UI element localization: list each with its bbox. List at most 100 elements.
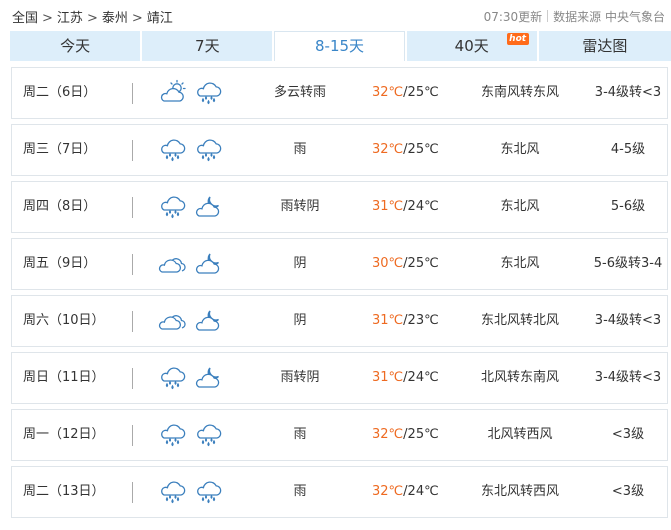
forecast-day: 周一（12日）	[23, 427, 105, 442]
high-temp: 30℃	[372, 256, 404, 271]
low-temp: 25℃	[407, 427, 439, 442]
low-temp: 25℃	[407, 256, 439, 271]
wind-level: 4-5级	[610, 142, 646, 157]
low-temp: 24℃	[407, 484, 439, 499]
tab-40-days[interactable]: 40天 hot	[406, 31, 537, 61]
overcast-night-icon	[194, 364, 224, 392]
low-temp: 24℃	[407, 199, 439, 214]
weather-condition: 雨转阴	[280, 199, 320, 214]
weather-condition: 雨	[293, 427, 307, 442]
high-temp: 31℃	[372, 313, 404, 328]
high-temp: 32℃	[372, 427, 404, 442]
forecast-row: 周三（7日） 雨 32℃/25℃ 东北风 4-5级	[11, 124, 668, 176]
tab-label: 7天	[195, 37, 220, 55]
high-temp: 31℃	[372, 370, 404, 385]
wind-direction: 东南风转东风	[480, 85, 559, 100]
forecast-day: 周二（6日）	[23, 85, 97, 100]
forecast-tabs: 今天 7天 8-15天 40天 hot 雷达图	[10, 31, 671, 61]
wind-level: <3级	[611, 484, 645, 499]
top-bar: 全国 > 江苏 > 泰州 > 靖江 07:30更新 数据来源 中央气象台	[0, 0, 671, 30]
tab-radar[interactable]: 雷达图	[538, 31, 671, 61]
temperature-range: 31℃/23℃	[372, 296, 439, 346]
low-temp: 25℃	[407, 142, 439, 157]
breadcrumb-item-province[interactable]: 江苏	[57, 7, 83, 26]
tab-label: 雷达图	[582, 37, 628, 55]
rain-icon	[158, 364, 188, 392]
divider	[132, 368, 133, 389]
temperature-range: 31℃/24℃	[372, 353, 439, 403]
weather-condition: 阴	[293, 256, 307, 271]
rain-icon	[158, 136, 188, 164]
wind-direction: 东北风	[500, 199, 540, 214]
wind-level: 3-4级转<3	[594, 313, 662, 328]
forecast-row: 周一（12日） 雨 32℃/25℃ 北风转西风 <3级	[11, 409, 668, 461]
wind-level: 5-6级转3-4	[593, 256, 663, 271]
forecast-row: 周五（9日） 阴 30℃/25℃ 东北风 5-6级转3-4	[11, 238, 668, 290]
high-temp: 32℃	[372, 85, 404, 100]
tab-label: 今天	[60, 37, 91, 55]
forecast-day: 周三（7日）	[23, 142, 97, 157]
wind-direction: 东北风	[500, 256, 540, 271]
breadcrumb-item-city[interactable]: 泰州	[102, 7, 128, 26]
divider	[132, 197, 133, 218]
weather-condition: 雨	[293, 484, 307, 499]
low-temp: 25℃	[407, 85, 439, 100]
temperature-range: 30℃/25℃	[372, 239, 439, 289]
rain-icon	[194, 136, 224, 164]
wind-level: <3级	[611, 427, 645, 442]
rain-icon	[158, 478, 188, 506]
rain-icon	[194, 421, 224, 449]
update-time: 07:30更新	[483, 10, 543, 24]
wind-direction: 东北风转西风	[480, 484, 559, 499]
forecast-day: 周五（9日）	[23, 256, 97, 271]
wind-direction: 东北风	[500, 142, 540, 157]
breadcrumb-separator: >	[86, 11, 98, 26]
forecast-row: 周二（6日） 多云转雨 32℃/25℃ 东南风转东风 3-4级转<3	[11, 67, 668, 119]
weather-condition: 阴	[293, 313, 307, 328]
divider	[132, 140, 133, 161]
divider	[547, 10, 549, 22]
weather-condition: 雨转阴	[280, 370, 320, 385]
low-temp: 24℃	[407, 370, 439, 385]
tab-label: 40天	[454, 37, 489, 55]
forecast-row: 周日（11日） 雨转阴 31℃/24℃ 北风转东南风 3-4级转<3	[11, 352, 668, 404]
rain-icon	[158, 421, 188, 449]
temperature-range: 32℃/24℃	[372, 467, 439, 517]
breadcrumb-item-country[interactable]: 全国	[12, 7, 38, 26]
wind-direction: 北风转西风	[487, 427, 553, 442]
divider	[132, 83, 133, 104]
overcast-icon	[158, 250, 188, 278]
forecast-day: 周二（13日）	[23, 484, 105, 499]
divider	[132, 425, 133, 446]
overcast-night-icon	[194, 307, 224, 335]
forecast-row: 周二（13日） 雨 32℃/24℃ 东北风转西风 <3级	[11, 466, 668, 518]
temperature-range: 31℃/24℃	[372, 182, 439, 232]
data-source: 数据来源 中央气象台	[553, 10, 665, 24]
update-info: 07:30更新 数据来源 中央气象台	[484, 8, 665, 25]
high-temp: 32℃	[372, 484, 404, 499]
wind-direction: 东北风转北风	[480, 313, 559, 328]
weather-condition: 多云转雨	[273, 85, 326, 100]
forecast-day: 周四（8日）	[23, 199, 97, 214]
tab-8-15-days[interactable]: 8-15天	[274, 31, 405, 61]
overcast-icon	[158, 307, 188, 335]
high-temp: 32℃	[372, 142, 404, 157]
wind-level: 3-4级转<3	[594, 370, 662, 385]
breadcrumb-separator: >	[42, 11, 53, 26]
breadcrumb-item-current: 靖江	[146, 11, 173, 26]
high-temp: 31℃	[372, 199, 404, 214]
tab-7-days[interactable]: 7天	[142, 31, 273, 61]
temperature-range: 32℃/25℃	[372, 410, 439, 460]
overcast-night-icon	[194, 250, 224, 278]
temperature-range: 32℃/25℃	[372, 125, 439, 175]
forecast-row: 周六（10日） 阴 31℃/23℃ 东北风转北风 3-4级转<3	[11, 295, 668, 347]
tab-today[interactable]: 今天	[10, 31, 141, 61]
tab-label: 8-15天	[314, 37, 365, 55]
temperature-range: 32℃/25℃	[372, 68, 439, 118]
hot-badge: hot	[506, 33, 529, 45]
breadcrumb: 全国 > 江苏 > 泰州 > 靖江	[12, 7, 173, 26]
weather-condition: 雨	[293, 142, 307, 157]
forecast-day: 周六（10日）	[23, 313, 105, 328]
overcast-night-icon	[194, 193, 224, 221]
wind-level: 5-6级	[610, 199, 646, 214]
